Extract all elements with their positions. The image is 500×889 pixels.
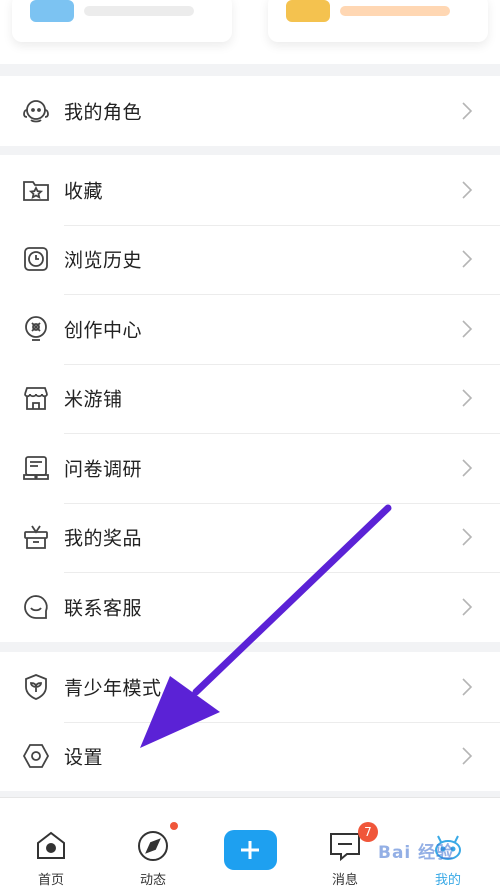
gift-icon <box>21 522 51 552</box>
menu-item-label: 米游铺 <box>64 388 123 411</box>
menu-item-label: 我的角色 <box>64 101 143 124</box>
menu-item-label: 创作中心 <box>64 319 143 342</box>
tab-label: 我的 <box>434 873 461 888</box>
tab-feed[interactable]: 动态 <box>113 798 193 889</box>
menu-group-main: 收藏 浏览历史 创作中心 米游铺 问卷调研 我的奖品 联系客服 <box>0 155 500 642</box>
menu-item-label: 设置 <box>64 746 104 769</box>
compass-icon <box>135 828 171 864</box>
plus-icon <box>241 841 259 859</box>
menu-item-youth-mode[interactable]: 青少年模式 <box>0 652 500 722</box>
bulb-icon <box>21 314 51 344</box>
clock-icon <box>21 244 51 274</box>
card-image <box>30 0 74 22</box>
notification-dot <box>170 822 178 830</box>
shield-leaf-icon <box>21 672 51 702</box>
survey-icon <box>21 453 51 483</box>
card-text-placeholder <box>340 6 450 16</box>
chevron-right-icon <box>460 100 474 122</box>
add-post-button[interactable] <box>224 830 277 870</box>
chevron-right-icon <box>460 745 474 767</box>
service-chat-icon <box>21 592 51 622</box>
menu-item-settings[interactable]: 设置 <box>0 721 500 792</box>
menu-item-label: 我的奖品 <box>64 527 143 550</box>
menu-item-label: 联系客服 <box>64 597 143 620</box>
menu-item-label: 浏览历史 <box>64 249 143 272</box>
watermark-text: Bai 经验 <box>378 843 455 863</box>
hexagon-gear-icon <box>21 741 51 771</box>
chevron-right-icon <box>460 179 474 201</box>
home-icon <box>33 828 69 864</box>
menu-item-favorites[interactable]: 收藏 <box>0 155 500 225</box>
menu-item-label: 青少年模式 <box>64 677 162 700</box>
top-cards-strip <box>0 0 500 64</box>
tab-label: 首页 <box>37 873 64 888</box>
menu-item-survey[interactable]: 问卷调研 <box>0 433 500 503</box>
feature-card-right[interactable] <box>268 0 488 42</box>
menu-group-settings: 青少年模式 设置 <box>0 652 500 791</box>
menu-item-label: 收藏 <box>64 180 104 203</box>
star-folder-icon <box>21 175 51 205</box>
menu-group-role: 我的角色 <box>0 76 500 146</box>
chevron-right-icon <box>460 248 474 270</box>
card-image <box>286 0 330 22</box>
chevron-right-icon <box>460 596 474 618</box>
chevron-right-icon <box>460 387 474 409</box>
menu-item-label: 问卷调研 <box>64 458 143 481</box>
character-icon <box>21 96 51 126</box>
tab-label: 消息 <box>331 873 358 888</box>
message-count-badge: 7 <box>358 822 378 842</box>
menu-item-shop[interactable]: 米游铺 <box>0 363 500 434</box>
menu-item-my-role[interactable]: 我的角色 <box>0 76 500 146</box>
chevron-right-icon <box>460 318 474 340</box>
chevron-right-icon <box>460 526 474 548</box>
tab-label: 动态 <box>139 873 166 888</box>
menu-item-history[interactable]: 浏览历史 <box>0 224 500 295</box>
tab-home[interactable]: 首页 <box>11 798 91 889</box>
menu-item-my-prizes[interactable]: 我的奖品 <box>0 502 500 573</box>
shop-icon <box>21 383 51 413</box>
feature-card-left[interactable] <box>12 0 232 42</box>
chevron-right-icon <box>460 676 474 698</box>
card-text-placeholder <box>84 6 194 16</box>
tab-messages[interactable]: 7 消息 <box>305 798 385 889</box>
menu-item-creator-center[interactable]: 创作中心 <box>0 294 500 364</box>
menu-item-customer-service[interactable]: 联系客服 <box>0 572 500 642</box>
chevron-right-icon <box>460 457 474 479</box>
